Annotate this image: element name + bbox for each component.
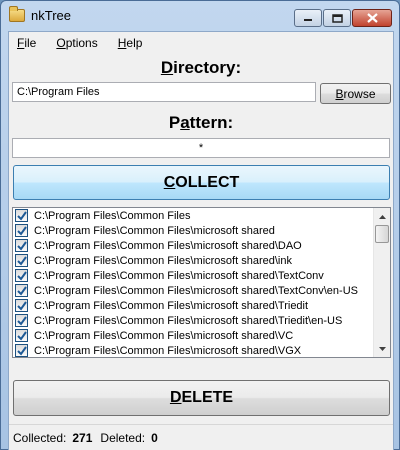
pattern-heading: Pattern: [9, 113, 393, 133]
menu-file-label: ile [24, 36, 37, 50]
browse-button[interactable]: Browse [320, 83, 391, 104]
window-title: nkTree [31, 8, 71, 23]
item-checkbox[interactable] [15, 239, 28, 252]
list-item[interactable]: C:\Program Files\Common Files [13, 208, 373, 223]
maximize-button[interactable] [323, 9, 351, 27]
scroll-down-button[interactable] [374, 340, 390, 357]
collected-label: Collected: [13, 430, 67, 445]
collect-button-accel: C [163, 173, 176, 191]
list-item[interactable]: C:\Program Files\Common Files\microsoft … [13, 223, 373, 238]
directory-heading-label: irectory: [173, 58, 242, 77]
scroll-down-arrow-icon [378, 346, 386, 351]
item-checkbox[interactable] [15, 329, 28, 342]
item-path: C:\Program Files\Common Files\microsoft … [34, 224, 275, 237]
checkmark-icon [17, 226, 27, 236]
item-checkbox[interactable] [15, 284, 28, 297]
scroll-up-arrow-icon [378, 214, 386, 219]
item-path: C:\Program Files\Common Files\microsoft … [34, 329, 294, 342]
app-window: nkTree File Options Help Directory: C:\P… [0, 0, 400, 450]
menu-bar: File Options Help [9, 32, 393, 54]
checkmark-icon [17, 346, 27, 356]
item-checkbox[interactable] [15, 209, 28, 222]
list-item[interactable]: C:\Program Files\Common Files\microsoft … [13, 283, 373, 298]
item-path: C:\Program Files\Common Files\microsoft … [34, 314, 343, 327]
collect-button[interactable]: C OLLECT [13, 165, 390, 200]
menu-file[interactable]: File [17, 36, 36, 50]
item-checkbox[interactable] [15, 314, 28, 327]
item-path: C:\Program Files\Common Files\microsoft … [34, 239, 302, 252]
minimize-button[interactable] [294, 9, 322, 27]
menu-help-label: elp [126, 36, 143, 50]
maximize-icon [331, 13, 343, 23]
item-checkbox[interactable] [15, 254, 28, 267]
checkmark-icon [17, 301, 27, 311]
list-item[interactable]: C:\Program Files\Common Files\microsoft … [13, 343, 373, 357]
minimize-icon [304, 19, 312, 21]
item-checkbox[interactable] [15, 224, 28, 237]
list-item[interactable]: C:\Program Files\Common Files\microsoft … [13, 268, 373, 283]
item-checkbox[interactable] [15, 269, 28, 282]
checkmark-icon [17, 256, 27, 266]
pattern-heading-accel: a [180, 113, 190, 132]
collected-count: 271 [72, 430, 93, 445]
delete-button[interactable]: D ELETE [13, 380, 390, 416]
vertical-scrollbar[interactable] [373, 208, 390, 357]
item-path: C:\Program Files\Common Files\microsoft … [34, 254, 292, 267]
browse-button-accel: B [335, 86, 344, 101]
checkmark-icon [17, 286, 27, 296]
delete-button-label: ELETE [181, 389, 234, 406]
pattern-input[interactable]: * [12, 138, 390, 158]
scroll-up-button[interactable] [374, 208, 390, 225]
results-list[interactable]: C:\Program Files\Common Files C:\Program … [12, 207, 391, 358]
item-path: C:\Program Files\Common Files [34, 209, 191, 222]
list-item[interactable]: C:\Program Files\Common Files\microsoft … [13, 328, 373, 343]
client-area: File Options Help Directory: C:\Program … [8, 31, 394, 450]
menu-options-accel: O [56, 36, 66, 50]
menu-options-label: ptions [65, 36, 98, 50]
list-item[interactable]: C:\Program Files\Common Files\microsoft … [13, 253, 373, 268]
checkmark-icon [17, 331, 27, 341]
directory-heading: Directory: [9, 58, 393, 78]
list-item[interactable]: C:\Program Files\Common Files\microsoft … [13, 238, 373, 253]
item-path: C:\Program Files\Common Files\microsoft … [34, 284, 358, 297]
scroll-thumb[interactable] [375, 225, 389, 243]
close-icon [366, 13, 378, 23]
results-list-rows: C:\Program Files\Common Files C:\Program … [13, 208, 373, 357]
list-item[interactable]: C:\Program Files\Common Files\microsoft … [13, 298, 373, 313]
status-bar: Collected: 271 Deleted: 0 [9, 424, 393, 450]
directory-heading-accel: D [160, 58, 174, 77]
menu-help[interactable]: Help [118, 36, 143, 50]
folder-icon [9, 6, 25, 22]
directory-input[interactable]: C:\Program Files [12, 82, 316, 102]
deleted-count: 0 [151, 430, 158, 445]
close-button[interactable] [352, 9, 392, 27]
item-path: C:\Program Files\Common Files\microsoft … [34, 299, 309, 312]
item-checkbox[interactable] [15, 344, 28, 357]
menu-options[interactable]: Options [56, 36, 97, 50]
checkmark-icon [17, 211, 27, 221]
list-item[interactable]: C:\Program Files\Common Files\microsoft … [13, 313, 373, 328]
checkmark-icon [17, 316, 27, 326]
deleted-label: Deleted: [100, 430, 146, 445]
browse-button-label: rowse [343, 86, 376, 101]
checkmark-icon [17, 271, 27, 281]
item-path: C:\Program Files\Common Files\microsoft … [34, 344, 302, 357]
collect-button-label: OLLECT [175, 173, 240, 191]
delete-button-accel: D [169, 389, 182, 406]
pattern-heading-first: P [168, 113, 181, 132]
item-path: C:\Program Files\Common Files\microsoft … [34, 269, 324, 282]
title-bar[interactable]: nkTree [1, 1, 399, 31]
checkmark-icon [17, 241, 27, 251]
pattern-heading-label: ttern: [189, 113, 234, 132]
item-checkbox[interactable] [15, 299, 28, 312]
